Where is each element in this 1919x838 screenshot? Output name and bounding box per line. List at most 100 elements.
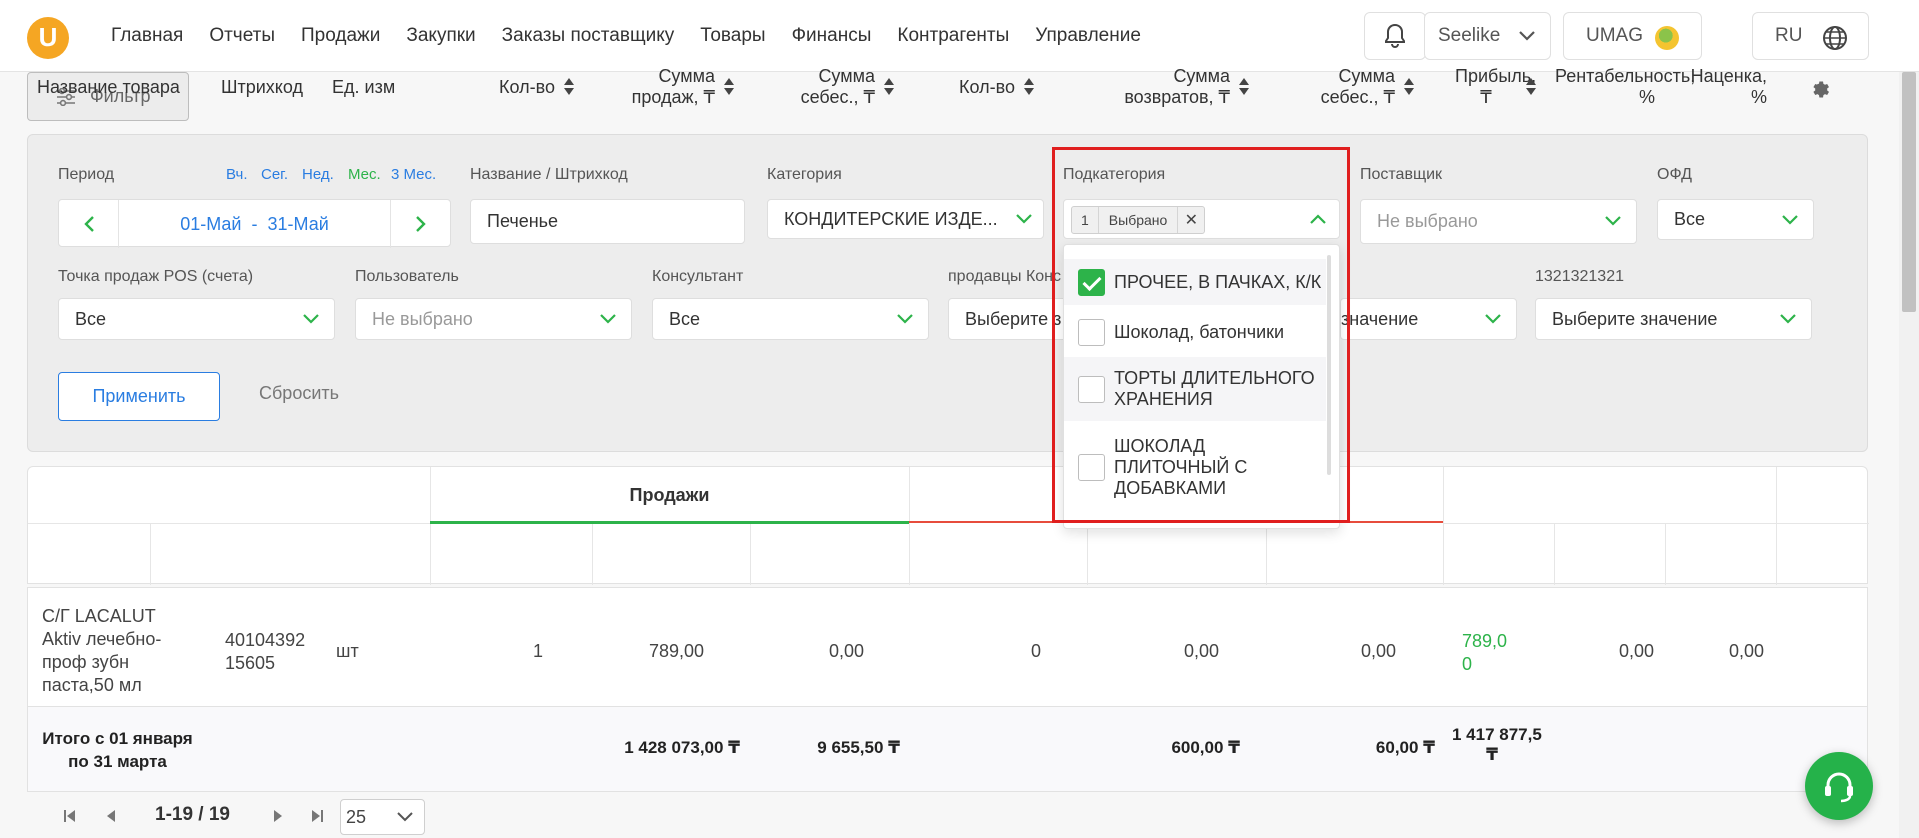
sort-icon[interactable] <box>723 77 735 97</box>
nav-item-home[interactable]: Главная <box>111 25 183 47</box>
chevron-left-icon <box>83 216 94 232</box>
nav-item-sales[interactable]: Продажи <box>301 25 380 47</box>
nav-item-contractors[interactable]: Контрагенты <box>897 25 1009 47</box>
subcategory-select[interactable]: 1 Выбрано ✕ <box>1063 199 1340 239</box>
page-size-select[interactable]: 25 <box>340 799 425 835</box>
date-range-value[interactable]: 01-Май - 31-Май <box>119 200 390 248</box>
first-page-icon[interactable] <box>63 809 77 823</box>
cell-return-qty: 0 <box>1030 641 1041 661</box>
reset-button[interactable]: Сбросить <box>259 383 339 404</box>
chevron-down-icon <box>1782 215 1798 225</box>
totals-profit-unit: ₸ <box>1486 745 1498 764</box>
checkbox-checked-icon[interactable] <box>1078 268 1105 296</box>
th-profitability[interactable]: Рентабельность, % <box>1555 56 1696 118</box>
sort-icon[interactable] <box>1403 77 1415 97</box>
prev-period-button[interactable] <box>59 200 119 248</box>
name-barcode-label: Название / Штрихкод <box>470 166 628 183</box>
page-size-value: 25 <box>346 807 367 827</box>
scrollbar-thumb[interactable] <box>1902 72 1916 312</box>
hidden-field-select[interactable]: значение <box>1340 298 1517 340</box>
checkbox-icon[interactable] <box>1078 453 1105 481</box>
chevron-up-icon[interactable] <box>1309 212 1327 226</box>
option-shokolad-plitochnyi[interactable]: ШОКОЛАД ПЛИТОЧНЫЙ С ДОБАВКАМИ <box>1064 423 1326 511</box>
tag-text: Выбрано <box>1099 207 1179 233</box>
th-return-qty[interactable]: Кол-во <box>910 56 1035 118</box>
pos-select[interactable]: Все <box>58 298 335 340</box>
apply-button[interactable]: Применить <box>58 372 220 421</box>
th-barcode[interactable]: Штрихкод <box>221 56 326 118</box>
dropdown-scrollbar[interactable] <box>1327 255 1331 475</box>
sort-icon[interactable] <box>1023 77 1035 97</box>
column-divider <box>592 523 593 585</box>
totals-profit-cell: 1 417 877,5 ₸ <box>1452 725 1554 765</box>
th-return-cost-text: Сумма себес., ₸ <box>1320 66 1395 107</box>
pos-value: Все <box>75 308 107 329</box>
account-selector[interactable]: UMAG <box>1563 12 1702 60</box>
sort-icon[interactable] <box>883 77 895 97</box>
th-profitability-text: Рентабельность, % <box>1555 66 1696 107</box>
th-barcode-text: Штрихкод <box>221 76 304 97</box>
sort-icon[interactable] <box>1238 77 1250 97</box>
hidden-field-value: значение <box>1341 308 1419 329</box>
cell-profitability: 0,00 <box>1618 641 1654 661</box>
category-select[interactable]: КОНДИТЕРСКИЕ ИЗДЕ... <box>767 199 1044 239</box>
next-page-icon[interactable] <box>272 809 284 823</box>
support-chat-button[interactable] <box>1805 752 1873 820</box>
chevron-down-icon <box>897 314 913 324</box>
option-label: ПРОЧЕЕ, В ПАЧКАХ, К/К <box>1114 271 1322 292</box>
nav-item-management[interactable]: Управление <box>1035 25 1141 47</box>
th-return-sum[interactable]: Сумма возвратов, ₸ <box>1095 56 1250 118</box>
quick-yesterday[interactable]: Вч. <box>226 166 248 183</box>
th-cost-sum-text: Сумма себес., ₸ <box>800 66 875 107</box>
sellers-select[interactable]: Выберите з <box>948 298 1068 340</box>
ofd-select[interactable]: Все <box>1657 199 1814 240</box>
nav-item-products[interactable]: Товары <box>700 25 765 47</box>
th-product-name[interactable]: Название товара <box>37 56 217 118</box>
notifications-button[interactable] <box>1364 12 1426 60</box>
custom-field-value: Выберите значение <box>1552 308 1718 329</box>
quick-3-months[interactable]: 3 Мес. <box>391 166 436 183</box>
option-shokolad-batonchiki[interactable]: Шоколад, батончики <box>1064 309 1326 355</box>
clear-selection-icon[interactable]: ✕ <box>1178 210 1204 230</box>
th-return-cost[interactable]: Сумма себес., ₸ <box>1280 56 1415 118</box>
th-sales-qty[interactable]: Кол-во <box>430 56 575 118</box>
th-sales-sum[interactable]: Сумма продаж, ₸ <box>600 56 735 118</box>
nav-item-purchases[interactable]: Закупки <box>406 25 475 47</box>
column-divider <box>150 523 151 585</box>
umag-logo[interactable]: U <box>27 17 69 59</box>
user-select[interactable]: Не выбрано <box>355 298 632 340</box>
next-period-button[interactable] <box>390 200 450 248</box>
supplier-select[interactable]: Не выбрано <box>1360 199 1637 244</box>
option-torty[interactable]: ТОРТЫ ДЛИТЕЛЬНОГО ХРАНЕНИЯ <box>1064 357 1326 421</box>
chevron-down-icon <box>1485 314 1501 324</box>
period-date-range: 01-Май - 31-Май <box>58 199 451 248</box>
name-barcode-input[interactable]: Печенье <box>470 199 745 244</box>
checkbox-icon[interactable] <box>1078 318 1105 346</box>
quick-month[interactable]: Мес. <box>348 166 381 183</box>
checkbox-icon[interactable] <box>1078 375 1105 403</box>
sort-icon[interactable] <box>1525 77 1537 97</box>
report-table-header: Продажи <box>27 466 1869 585</box>
custom-field-select[interactable]: Выберите значение <box>1535 298 1812 340</box>
nav-item-supplier-orders[interactable]: Заказы поставщику <box>502 25 675 47</box>
quick-today[interactable]: Сег. <box>261 166 288 183</box>
bell-icon <box>1385 23 1405 48</box>
th-markup[interactable]: Наценка, % <box>1677 56 1767 118</box>
nav-item-finance[interactable]: Финансы <box>792 25 872 47</box>
quick-week[interactable]: Нед. <box>302 166 334 183</box>
language-selector[interactable]: RU <box>1752 12 1869 60</box>
sort-icon[interactable] <box>563 77 575 97</box>
page-scrollbar[interactable] <box>1899 72 1919 838</box>
table-settings-button[interactable] <box>1808 56 1838 118</box>
column-divider <box>1443 467 1444 585</box>
nav-item-reports[interactable]: Отчеты <box>209 25 275 47</box>
th-unit[interactable]: Ед. изм <box>332 56 422 118</box>
consultant-select[interactable]: Все <box>652 298 929 340</box>
chevron-down-icon <box>303 314 319 324</box>
th-profit[interactable]: Прибыль, ₸ <box>1455 56 1555 118</box>
store-selector[interactable]: Seelike <box>1424 12 1551 60</box>
th-cost-sum[interactable]: Сумма себес., ₸ <box>760 56 895 118</box>
option-prochee[interactable]: ПРОЧЕЕ, В ПАЧКАХ, К/К <box>1064 259 1326 305</box>
prev-page-icon[interactable] <box>105 809 117 823</box>
last-page-icon[interactable] <box>310 809 324 823</box>
